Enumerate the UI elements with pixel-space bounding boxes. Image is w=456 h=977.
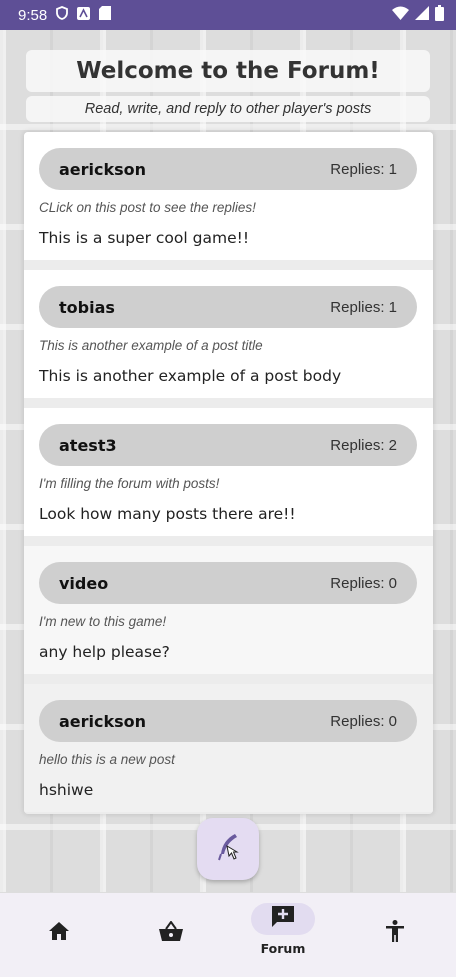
post-author: aerickson [59,711,147,731]
vpn-shield-icon [56,6,69,24]
new-post-button[interactable] [197,818,259,880]
post-card[interactable]: atest3 Replies: 2 I'm filling the forum … [24,408,433,536]
nav-pill [27,917,91,949]
wifi-icon [392,6,409,24]
post-author: video [59,573,109,593]
post-header[interactable]: tobias Replies: 1 [39,286,417,328]
post-header[interactable]: aerickson Replies: 0 [39,700,417,742]
nav-label: Forum [260,941,306,956]
reply-count: Replies: 0 [330,574,397,592]
post-title: CLick on this post to see the replies! [39,200,256,215]
nav-pill [139,917,203,949]
post-author: tobias [59,297,115,317]
nav-pill-active [251,903,315,935]
quill-pen-icon [215,832,241,867]
nav-item-home[interactable] [9,903,109,971]
post-body: any help please? [39,643,170,661]
reply-count: Replies: 0 [330,712,397,730]
status-right [392,5,444,25]
accessibility-icon [386,919,404,947]
post-body: This is another example of a post body [39,367,342,385]
post-body: hshiwe [39,781,94,799]
nav-item-accessibility[interactable] [345,903,445,971]
status-time: 9:58 [18,6,48,24]
post-title: This is another example of a post title [39,338,263,353]
nav-pill [363,917,427,949]
basket-icon [159,919,183,946]
post-title: I'm new to this game! [39,614,167,629]
post-title: hello this is a new post [39,752,175,767]
sd-card-icon [99,6,112,24]
status-left: 9:58 [18,6,112,24]
add-comment-icon [272,905,294,933]
page-subtitle: Read, write, and reply to other player's… [84,101,372,117]
reply-count: Replies: 1 [330,298,397,316]
post-body: Look how many posts there are!! [39,505,296,523]
home-icon [49,921,69,945]
cell-signal-icon [415,6,429,24]
title-card: Welcome to the Forum! [26,50,430,92]
notification-app-icon [77,6,91,24]
battery-icon [435,5,444,25]
reply-count: Replies: 2 [330,436,397,454]
subtitle-card: Read, write, and reply to other player's… [26,96,430,122]
post-body: This is a super cool game!! [39,229,250,247]
bottom-navigation: Forum [0,892,456,977]
status-bar: 9:58 [0,0,456,30]
nav-item-forum[interactable]: Forum [233,903,333,971]
post-card[interactable]: aerickson Replies: 0 hello this is a new… [24,684,433,812]
reply-count: Replies: 1 [330,160,397,178]
post-card[interactable]: video Replies: 0 I'm new to this game! a… [24,546,433,674]
post-author: atest3 [59,435,117,455]
page-title: Welcome to the Forum! [76,58,380,84]
post-card[interactable]: aerickson Replies: 1 CLick on this post … [24,132,433,260]
post-card[interactable]: tobias Replies: 1 This is another exampl… [24,270,433,398]
post-title: I'm filling the forum with posts! [39,476,220,491]
post-author: aerickson [59,159,147,179]
post-header[interactable]: video Replies: 0 [39,562,417,604]
post-list[interactable]: aerickson Replies: 1 CLick on this post … [24,132,433,814]
post-header[interactable]: atest3 Replies: 2 [39,424,417,466]
nav-item-shop[interactable] [121,903,221,971]
post-header[interactable]: aerickson Replies: 1 [39,148,417,190]
